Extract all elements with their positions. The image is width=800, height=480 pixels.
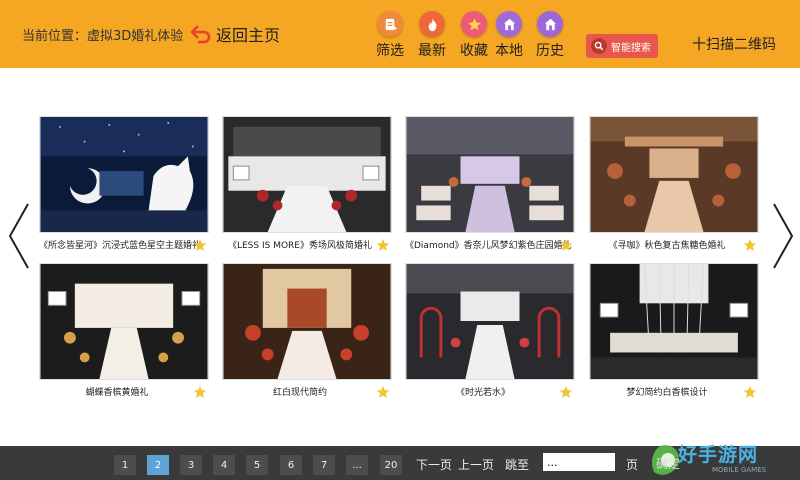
wedding-card[interactable]: 《寻咖》秋色复古焦糖色婚礼 (589, 116, 759, 257)
wedding-card[interactable]: 梦幻简约白香槟设计 (589, 263, 759, 404)
nav-local-label: 本地 (495, 43, 523, 59)
nav-favorites-label: 收藏 (460, 43, 488, 59)
wedding-card[interactable]: 《所念皆星河》沉浸式蓝色星空主题婚礼 (39, 116, 209, 257)
watermark-text: 好手游网 (678, 444, 759, 466)
favorite-star-icon[interactable] (559, 385, 573, 399)
scan-qr-button[interactable]: 十扫描二维码 (692, 34, 776, 54)
page-button-1[interactable]: 1 (114, 455, 136, 475)
nav-history-label: 历史 (536, 43, 564, 59)
watermark-subtext: MOBILE GAMES (712, 466, 767, 474)
flame-icon (419, 11, 445, 37)
card-title: 《寻咖》秋色复古焦糖色婚礼 (608, 241, 726, 251)
next-arrow[interactable] (768, 200, 798, 272)
favorite-star-icon[interactable] (743, 238, 757, 252)
smart-search-label: 智能搜索 (611, 42, 651, 54)
smart-search-button[interactable]: 智能搜索 (586, 34, 658, 58)
prev-arrow[interactable] (4, 200, 34, 272)
wedding-thumbnail (39, 263, 209, 380)
confirm-jump-button[interactable]: 确定 (656, 455, 680, 472)
card-caption: 《Diamond》香奈儿风梦幻紫色庄园婚礼 (405, 235, 575, 257)
card-title: 《所念皆星河》沉浸式蓝色星空主题婚礼 (39, 241, 202, 251)
card-caption: 梦幻简约白香槟设计 (589, 382, 759, 404)
wedding-thumbnail (222, 116, 392, 233)
star-icon (461, 11, 487, 37)
wedding-thumbnail (405, 116, 575, 233)
search-icon (591, 38, 607, 54)
wedding-thumbnail (589, 116, 759, 233)
card-title: 蝴蝶香槟黄婚礼 (85, 388, 149, 398)
nav-filter[interactable]: 筛选 (370, 11, 410, 60)
nav-local[interactable]: 本地 (489, 11, 529, 60)
wedding-thumbnail (405, 263, 575, 380)
page-button-3[interactable]: 3 (180, 455, 202, 475)
nav-latest-label: 最新 (418, 43, 446, 59)
card-title: 《Diamond》香奈儿风梦幻紫色庄园婚礼 (405, 241, 572, 251)
card-caption: 蝴蝶香槟黄婚礼 (39, 382, 209, 404)
favorite-star-icon[interactable] (193, 385, 207, 399)
wedding-card[interactable]: 红白现代简约 (222, 263, 392, 404)
next-page-link[interactable]: 下一页 (416, 455, 452, 475)
page-ellipsis: ... (346, 455, 368, 475)
home-icon (537, 11, 563, 37)
favorite-star-icon[interactable] (193, 238, 207, 252)
favorite-star-icon[interactable] (743, 385, 757, 399)
home-icon (496, 11, 522, 37)
jump-page-input[interactable] (543, 453, 615, 471)
card-caption: 《时光若水》 (405, 382, 575, 404)
card-caption: 《所念皆星河》沉浸式蓝色星空主题婚礼 (39, 235, 209, 257)
wedding-thumbnail (39, 116, 209, 233)
card-title: 梦幻简约白香槟设计 (626, 388, 708, 398)
page-button-20[interactable]: 20 (380, 455, 402, 475)
page-unit-label: 页 (626, 458, 639, 472)
nav-history[interactable]: 历史 (530, 11, 570, 60)
filter-icon (377, 11, 403, 37)
favorite-star-icon[interactable] (376, 238, 390, 252)
page-button-5[interactable]: 5 (246, 455, 268, 475)
card-caption: 《LESS IS MORE》秀场风极简婚礼 (222, 235, 392, 257)
page-button-7[interactable]: 7 (313, 455, 335, 475)
back-home-label: 返回主页 (216, 26, 281, 45)
breadcrumb: 当前位置：虚拟3D婚礼体验 (22, 29, 184, 44)
return-arrow-icon (190, 25, 211, 44)
top-bar: 当前位置：虚拟3D婚礼体验 返回主页 筛选 最新 收藏 本地 历史 智能搜索 十… (0, 0, 800, 68)
card-title: 《LESS IS MORE》秀场风极简婚礼 (227, 241, 372, 251)
card-caption: 《寻咖》秋色复古焦糖色婚礼 (589, 235, 759, 257)
page-button-2-active[interactable]: 2 (147, 455, 169, 475)
page-button-6[interactable]: 6 (280, 455, 302, 475)
wedding-card[interactable]: 《时光若水》 (405, 263, 575, 404)
card-title: 红白现代简约 (272, 388, 327, 398)
wedding-card[interactable]: 《LESS IS MORE》秀场风极简婚礼 (222, 116, 392, 257)
wedding-thumbnail (222, 263, 392, 380)
favorite-star-icon[interactable] (559, 238, 573, 252)
nav-filter-label: 筛选 (376, 43, 404, 59)
card-title: 《时光若水》 (455, 388, 510, 398)
favorite-star-icon[interactable] (376, 385, 390, 399)
wedding-card[interactable]: 蝴蝶香槟黄婚礼 (39, 263, 209, 404)
nav-latest[interactable]: 最新 (412, 11, 452, 60)
wedding-card[interactable]: 《Diamond》香奈儿风梦幻紫色庄园婚礼 (405, 116, 575, 257)
wedding-thumbnail (589, 263, 759, 380)
nav-favorites[interactable]: 收藏 (454, 11, 494, 60)
back-home-button[interactable]: 返回主页 (190, 22, 280, 46)
card-caption: 红白现代简约 (222, 382, 392, 404)
page-button-4[interactable]: 4 (213, 455, 235, 475)
chevron-left-icon (8, 203, 29, 269)
chevron-right-icon (773, 203, 794, 269)
jump-to-label: 跳至 (505, 458, 530, 472)
prev-page-link[interactable]: 上一页 (458, 455, 494, 475)
